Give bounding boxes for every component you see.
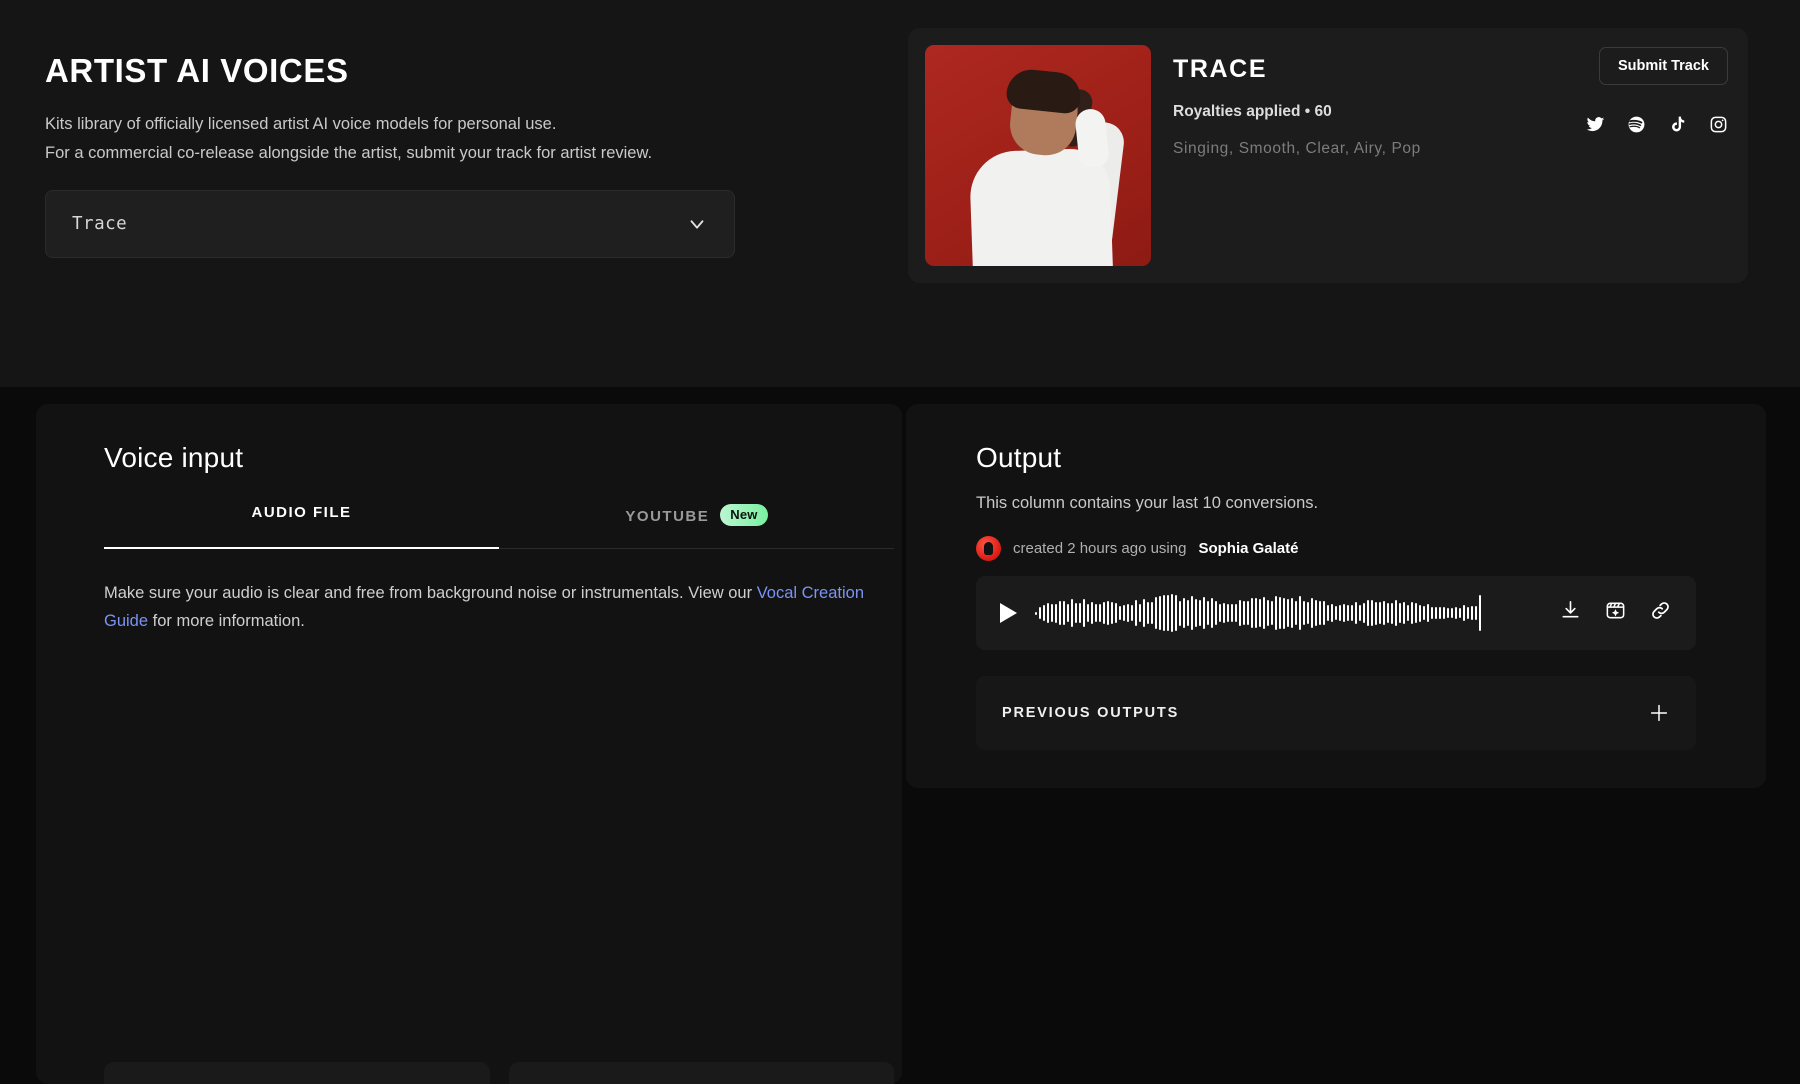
output-subtitle: This column contains your last 10 conver… [976, 494, 1319, 512]
helper-text-before: Make sure your audio is clear and free f… [104, 584, 757, 602]
hero-subtitle-line-2: For a commercial co-release alongside th… [45, 144, 653, 162]
voice-input-title: Voice input [104, 442, 244, 473]
kits-logo-icon [976, 536, 1001, 561]
portrait-hair [1005, 67, 1083, 115]
artist-select[interactable]: Trace [45, 190, 735, 258]
tab-youtube-label: YOUTUBE [625, 508, 710, 525]
download-icon[interactable] [1559, 599, 1582, 627]
voice-input-helper: Make sure your audio is clear and free f… [104, 579, 894, 635]
page-title: ARTIST AI VOICES [45, 52, 349, 89]
spotify-icon[interactable] [1627, 115, 1646, 134]
hero-subtitle: Kits library of officially licensed arti… [45, 110, 765, 168]
artist-artwork [925, 45, 1151, 266]
twitter-icon[interactable] [1586, 115, 1605, 134]
output-meta: created 2 hours ago using Sophia Galaté [976, 536, 1298, 561]
click-to-record-card[interactable]: Click to record Requires microphone acce… [508, 1062, 894, 1084]
tab-youtube[interactable]: YOUTUBE New [499, 504, 894, 548]
voice-input-panel: Voice input AUDIO FILE YOUTUBE New Make s… [36, 404, 902, 1084]
previous-outputs-accordion[interactable]: PREVIOUS OUTPUTS [976, 676, 1696, 750]
instagram-icon[interactable] [1709, 115, 1728, 134]
link-icon[interactable] [1649, 599, 1672, 627]
output-meta-prefix: created 2 hours ago using [1013, 540, 1187, 557]
chevron-down-icon [686, 213, 708, 235]
helper-text-after: for more information. [148, 612, 305, 630]
output-meta-model: Sophia Galaté [1198, 540, 1299, 557]
tab-audio-file[interactable]: AUDIO FILE [104, 504, 499, 549]
previous-outputs-label: PREVIOUS OUTPUTS [1002, 705, 1180, 721]
artist-select-value: Trace [72, 214, 128, 234]
artist-tags: Singing, Smooth, Clear, Airy, Pop [1173, 140, 1421, 157]
portrait-hand [1074, 107, 1110, 169]
output-title: Output [976, 442, 1062, 473]
app-root: ARTIST AI VOICES Kits library of officia… [0, 0, 1800, 1084]
output-panel: Output This column contains your last 10… [906, 404, 1766, 788]
social-links [1586, 115, 1728, 134]
add-or-drop-audio-card[interactable]: Add or drop audio file Supports .wav, .m… [104, 1062, 490, 1084]
audio-player [976, 576, 1696, 650]
artist-card: TRACE Royalties applied • 60 Singing, Sm… [908, 28, 1748, 283]
new-badge: New [720, 504, 768, 526]
voice-input-tabs: AUDIO FILE YOUTUBE New [104, 504, 894, 549]
hero-text-block: ARTIST AI VOICES Kits library of officia… [45, 52, 765, 168]
play-icon[interactable] [1000, 603, 1017, 623]
artist-info: TRACE Royalties applied • 60 Singing, Sm… [1173, 45, 1731, 266]
tiktok-icon[interactable] [1668, 115, 1687, 134]
hero-section: ARTIST AI VOICES Kits library of officia… [0, 0, 1800, 387]
hero-subtitle-line-1: Kits library of officially licensed arti… [45, 115, 557, 133]
tab-audio-file-label: AUDIO FILE [251, 504, 352, 521]
player-actions [1559, 599, 1672, 627]
remix-icon[interactable] [1604, 599, 1627, 627]
input-method-cards: Add or drop audio file Supports .wav, .m… [104, 1062, 894, 1084]
waveform[interactable] [1035, 591, 1541, 635]
submit-track-button[interactable]: Submit Track [1598, 47, 1728, 85]
plus-icon [1648, 702, 1670, 724]
